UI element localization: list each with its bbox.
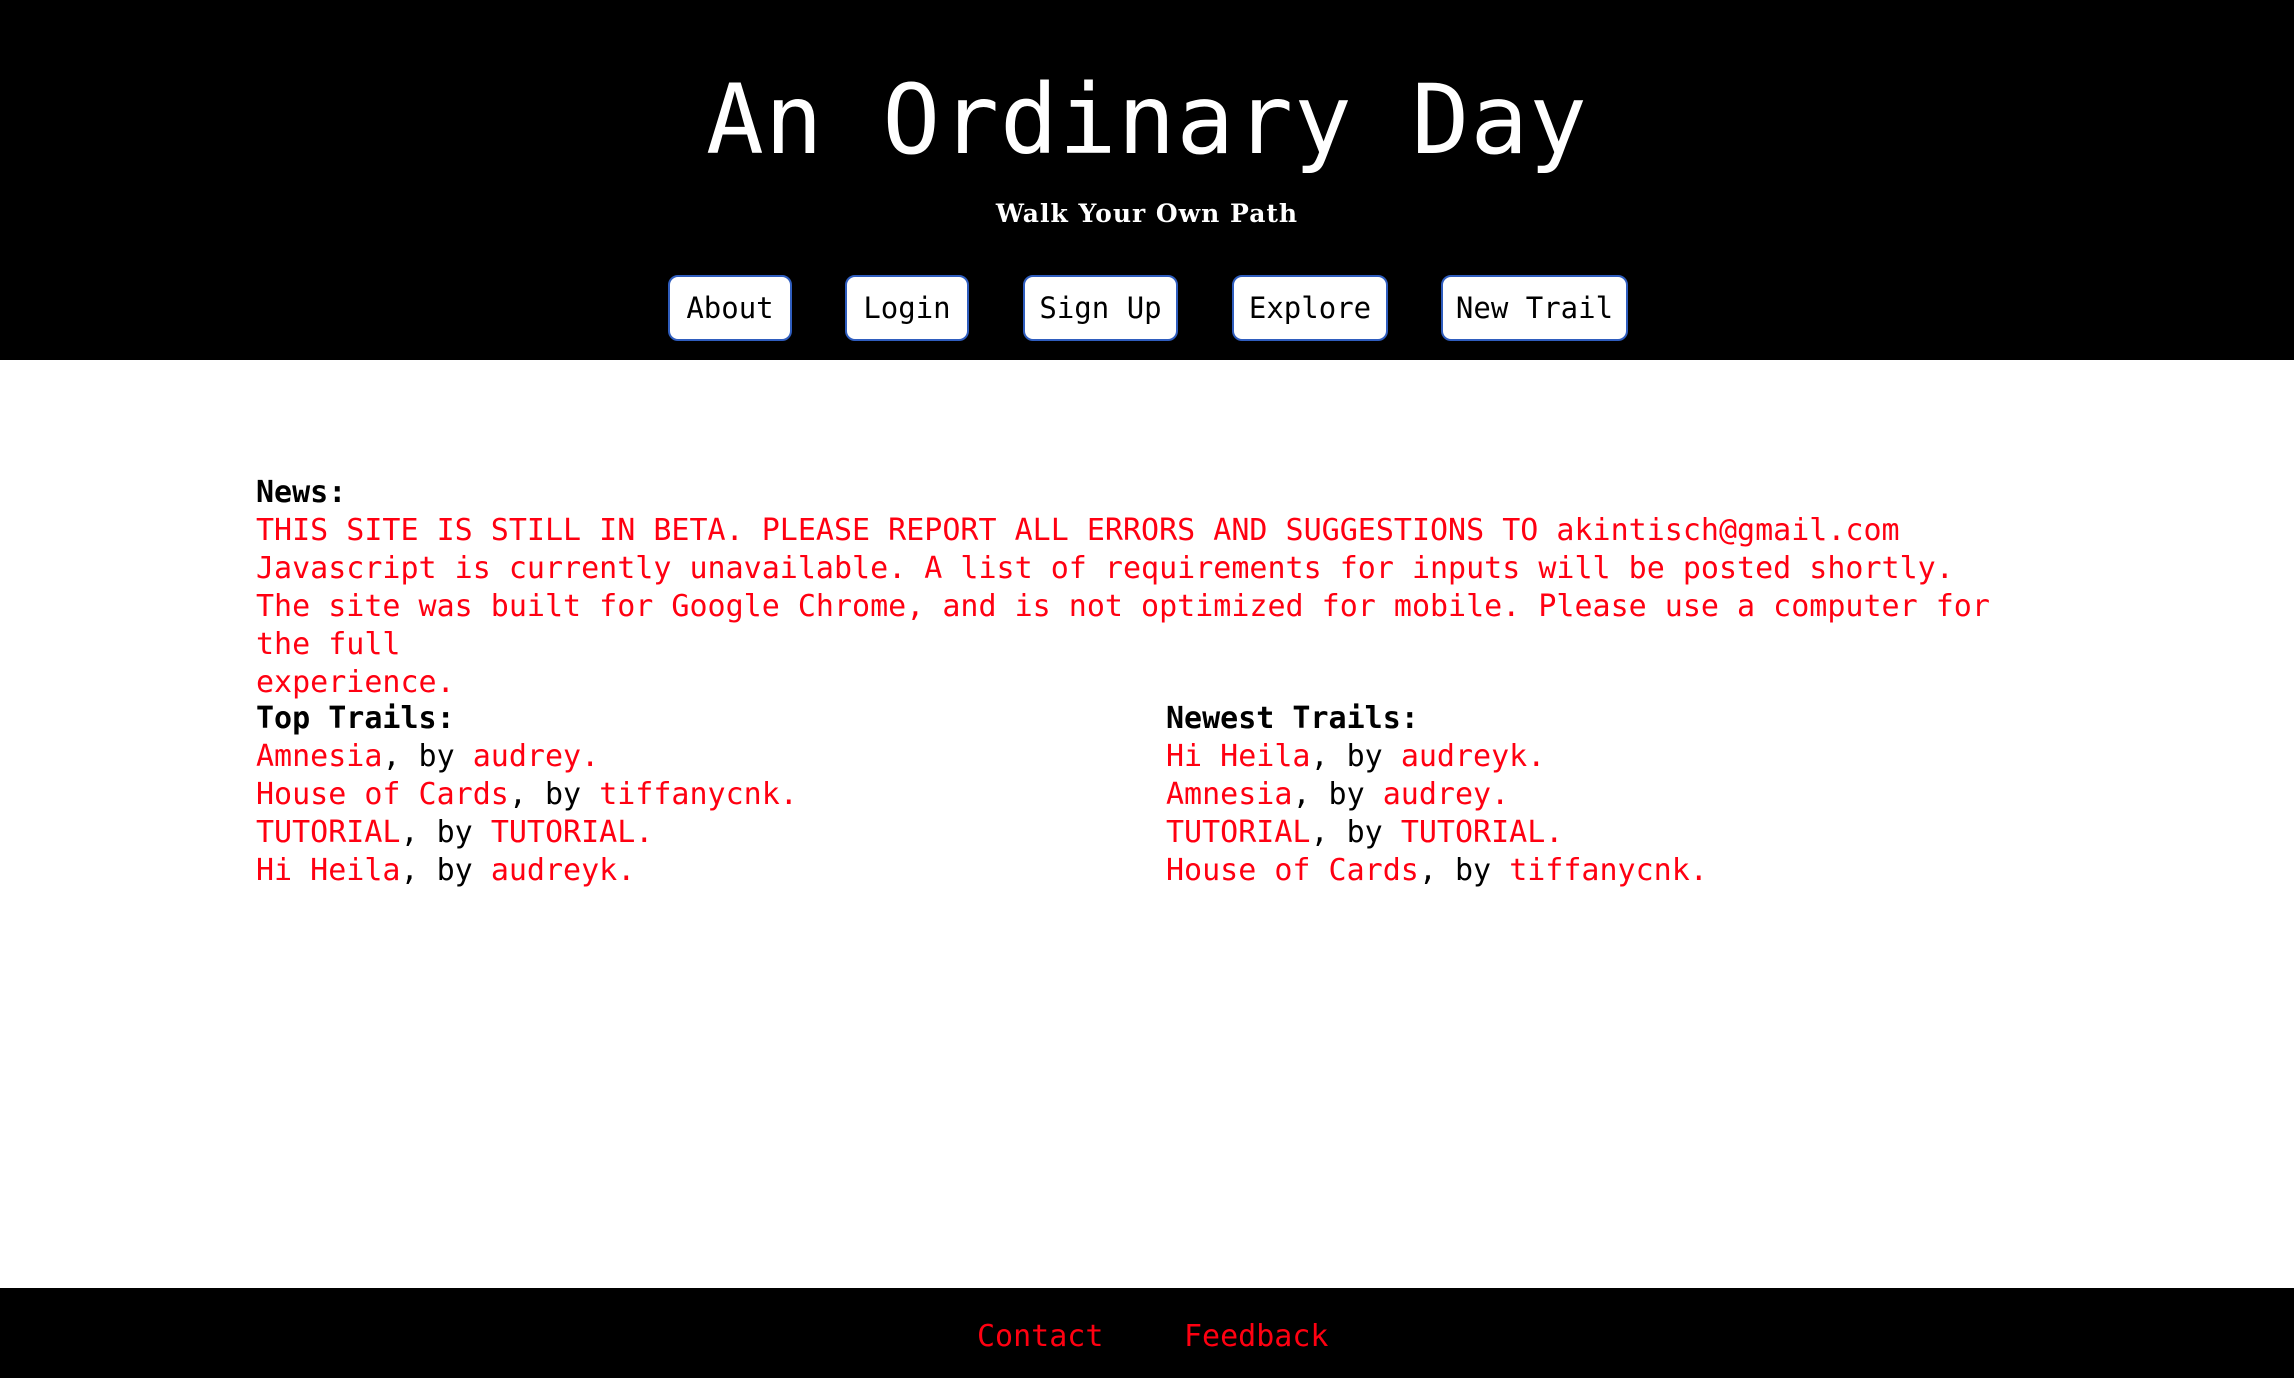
site-tagline: Walk Your Own Path bbox=[995, 199, 1299, 228]
list-item: Hi Heila, by audreyk. bbox=[256, 852, 798, 890]
trail-author-link[interactable]: audreyk. bbox=[1401, 739, 1546, 774]
newest-trails-heading: Newest Trails: bbox=[1166, 701, 1419, 736]
by-text: , by bbox=[1310, 815, 1401, 850]
trail-author-link[interactable]: TUTORIAL. bbox=[491, 815, 654, 850]
login-button[interactable]: Login bbox=[845, 275, 969, 341]
list-item: House of Cards, by tiffanycnk. bbox=[1166, 852, 1708, 890]
list-item: Amnesia, by audrey. bbox=[1166, 776, 1708, 814]
trail-author-link[interactable]: TUTORIAL. bbox=[1401, 815, 1564, 850]
by-text: , by bbox=[400, 815, 491, 850]
trail-author-link[interactable]: audrey. bbox=[473, 739, 599, 774]
trail-title-link[interactable]: House of Cards bbox=[1166, 853, 1419, 888]
newest-trails-list: Newest Trails: Hi Heila, by audreyk. Amn… bbox=[1166, 700, 1708, 890]
news-line-javascript: Javascript is currently unavailable. A l… bbox=[256, 551, 1954, 586]
news-line-chrome: The site was built for Google Chrome, an… bbox=[256, 589, 1990, 662]
by-text: , by bbox=[400, 853, 491, 888]
trail-title-link[interactable]: House of Cards bbox=[256, 777, 509, 812]
top-trails-list: Top Trails: Amnesia, by audrey. House of… bbox=[256, 700, 798, 890]
list-item: TUTORIAL, by TUTORIAL. bbox=[256, 814, 798, 852]
list-item: House of Cards, by tiffanycnk. bbox=[256, 776, 798, 814]
main-nav: About Login Sign Up Explore New Trail bbox=[0, 275, 2294, 341]
trail-author-link[interactable]: audrey. bbox=[1383, 777, 1509, 812]
by-text: , by bbox=[508, 777, 600, 812]
new-trail-button[interactable]: New Trail bbox=[1441, 275, 1628, 341]
about-button[interactable]: About bbox=[668, 275, 792, 341]
news-line-beta: THIS SITE IS STILL IN BETA. PLEASE REPOR… bbox=[256, 513, 1900, 548]
by-text: , by bbox=[1310, 739, 1401, 774]
news-heading: News: bbox=[256, 475, 347, 510]
by-text: , by bbox=[382, 739, 473, 774]
site-footer: Contact Feedback bbox=[0, 1288, 2294, 1378]
trail-author-link[interactable]: audreyk. bbox=[491, 853, 636, 888]
contact-link[interactable]: Contact bbox=[977, 1318, 1103, 1356]
feedback-link[interactable]: Feedback bbox=[1184, 1318, 1329, 1356]
by-text: , by bbox=[1418, 853, 1510, 888]
list-item: Hi Heila, by audreyk. bbox=[1166, 738, 1708, 776]
main-content: News: THIS SITE IS STILL IN BETA. PLEASE… bbox=[256, 474, 2056, 888]
trail-title-link[interactable]: TUTORIAL bbox=[1166, 815, 1311, 850]
news-line-experience: experience. bbox=[256, 665, 455, 700]
trail-title-link[interactable]: Hi Heila bbox=[1166, 739, 1311, 774]
trail-title-link[interactable]: Hi Heila bbox=[256, 853, 401, 888]
news-section: News: THIS SITE IS STILL IN BETA. PLEASE… bbox=[256, 474, 2056, 702]
trail-author-link[interactable]: tiffanycnk. bbox=[1509, 853, 1708, 888]
list-item: Amnesia, by audrey. bbox=[256, 738, 798, 776]
site-title: An Ordinary Day bbox=[706, 64, 1588, 176]
by-text: , by bbox=[1292, 777, 1383, 812]
trail-title-link[interactable]: TUTORIAL bbox=[256, 815, 401, 850]
sign-up-button[interactable]: Sign Up bbox=[1023, 275, 1178, 341]
top-trails-heading: Top Trails: bbox=[256, 701, 455, 736]
trail-title-link[interactable]: Amnesia bbox=[1166, 777, 1292, 812]
site-header: An Ordinary Day Walk Your Own Path About… bbox=[0, 0, 2294, 360]
trail-title-link[interactable]: Amnesia bbox=[256, 739, 382, 774]
trail-author-link[interactable]: tiffanycnk. bbox=[599, 777, 798, 812]
list-item: TUTORIAL, by TUTORIAL. bbox=[1166, 814, 1708, 852]
explore-button[interactable]: Explore bbox=[1232, 275, 1388, 341]
